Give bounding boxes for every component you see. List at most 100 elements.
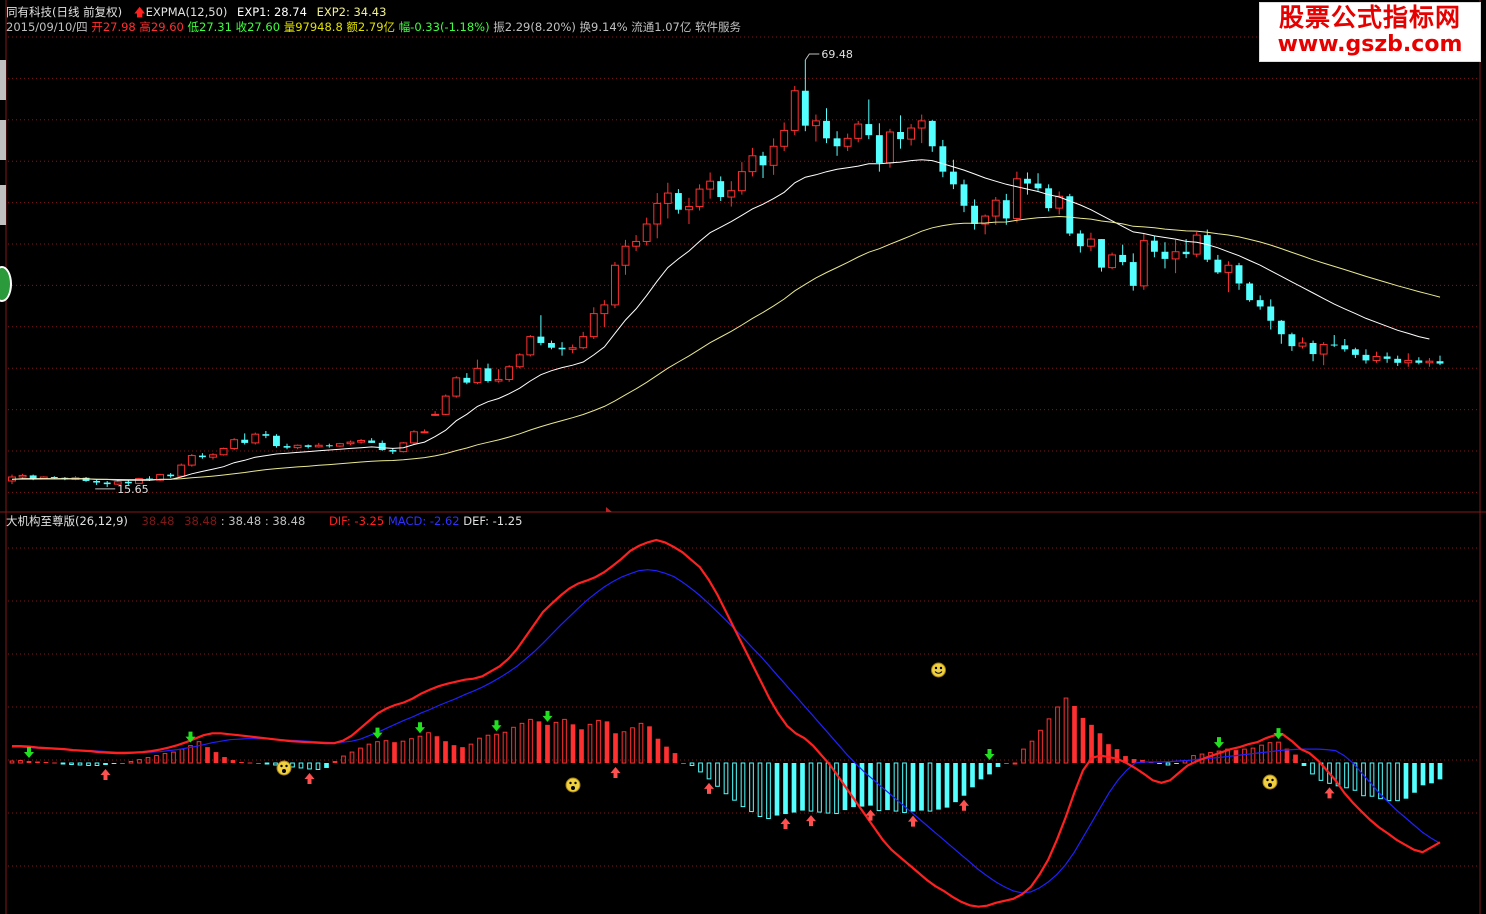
macd-value: MACD: -2.62: [387, 514, 460, 528]
candle-body: [971, 205, 979, 224]
macd-bar: [307, 762, 312, 770]
header-line-1: 同有科技(日线 前复权) 🡅EXPMA(12,50) EXP1: 28.74 E…: [6, 5, 386, 19]
macd-bar: [587, 723, 593, 764]
sell-arrow-icon: [372, 727, 383, 739]
candle-body: [230, 439, 239, 449]
candle: [1288, 332, 1296, 351]
macd-bar: [961, 763, 967, 796]
candle-body: [346, 441, 355, 445]
candle-body: [1045, 188, 1053, 209]
macd-bar: [222, 757, 227, 763]
candle-body: [875, 135, 883, 163]
amplitude: 振2.29(8.20%): [493, 20, 576, 34]
candle-body: [1372, 355, 1381, 361]
face-eye: [939, 666, 943, 670]
buy-arrow-icon: [304, 772, 315, 784]
value-1: 38.48: [141, 514, 175, 528]
macd-bar: [162, 753, 168, 764]
candle-body: [283, 446, 291, 448]
macd-bar: [1038, 729, 1043, 764]
candle: [558, 342, 566, 356]
candle: [1098, 239, 1105, 272]
candle-body: [780, 129, 789, 147]
candle-body: [579, 336, 588, 349]
face-mouth: [1268, 783, 1272, 787]
candle: [548, 340, 555, 350]
candle: [1002, 193, 1010, 225]
macd-bar: [876, 762, 882, 812]
macd-bar: [995, 763, 1001, 767]
candle: [209, 453, 217, 460]
candle: [314, 442, 323, 448]
macd-bar: [298, 762, 304, 769]
watermark-url: www.gszb.com: [1277, 32, 1463, 57]
candle-body: [463, 377, 471, 383]
candle: [410, 430, 418, 445]
candle-body: [1034, 183, 1042, 189]
macd-bar: [9, 760, 15, 764]
macd-bar: [1080, 717, 1086, 763]
candle-body: [50, 477, 58, 478]
candle-body: [769, 145, 778, 166]
candle-body: [410, 431, 418, 444]
macd-bar: [553, 721, 559, 764]
chart-canvas: 69.48 15.65: [0, 0, 1486, 914]
left-tab-3[interactable]: [0, 185, 6, 225]
macd-bar: [349, 751, 355, 764]
exp2-value: EXP2: 34.43: [316, 5, 387, 19]
macd-bar: [630, 727, 635, 764]
candle-body: [1415, 360, 1423, 363]
grid: [0, 0, 1486, 914]
candle: [463, 373, 471, 385]
macd-bar: [885, 763, 890, 811]
macd-bar: [647, 726, 652, 763]
candle: [886, 128, 894, 168]
candle: [526, 335, 535, 357]
candle: [769, 138, 778, 175]
macd-bar: [1386, 762, 1392, 802]
macd-bar: [868, 763, 873, 806]
left-tab-2[interactable]: [0, 120, 6, 160]
macd-bar: [1157, 763, 1162, 764]
candle-body: [991, 199, 1000, 217]
macd-bar: [1004, 763, 1009, 764]
sell-arrow-icon: [415, 722, 425, 734]
candle: [283, 443, 291, 450]
dif-value: DIF: -3.25: [328, 514, 385, 528]
candle: [568, 344, 577, 354]
left-tab-1[interactable]: [0, 60, 6, 100]
buy-arrow-icon: [100, 768, 111, 780]
candle-body: [537, 336, 545, 343]
candle-body: [759, 155, 767, 166]
candle: [1404, 353, 1413, 367]
candle: [790, 86, 799, 136]
candle-body: [801, 90, 809, 126]
candle-body: [1330, 344, 1338, 346]
macd-bar: [655, 738, 661, 763]
candle-body: [843, 137, 852, 147]
indicator-title[interactable]: 大机构至尊版(26,12,9): [6, 514, 128, 528]
macd-bar: [825, 762, 831, 814]
macd-bar: [1106, 744, 1111, 763]
candle-body: [368, 440, 376, 443]
candle: [695, 184, 704, 211]
candle-body: [548, 342, 555, 348]
macd-bar: [1012, 762, 1018, 765]
low-value: 27.31: [199, 20, 232, 34]
candle: [357, 438, 366, 444]
candle-body: [653, 202, 662, 225]
candle: [219, 447, 228, 456]
face-mouth: [571, 786, 575, 790]
price-annotation: 69.48: [804, 48, 853, 61]
candle: [18, 473, 27, 479]
indicator-name[interactable]: EXPMA(12,50): [146, 5, 228, 19]
macd-bar: [1233, 750, 1239, 763]
candle-body: [293, 444, 302, 449]
candle-body: [897, 132, 904, 140]
macd-bar: [740, 762, 746, 808]
exp2-line: [11, 215, 1441, 481]
macd-bar: [672, 753, 678, 763]
macd-bar: [681, 763, 686, 764]
macd-bar: [86, 762, 91, 766]
candle: [93, 479, 101, 485]
